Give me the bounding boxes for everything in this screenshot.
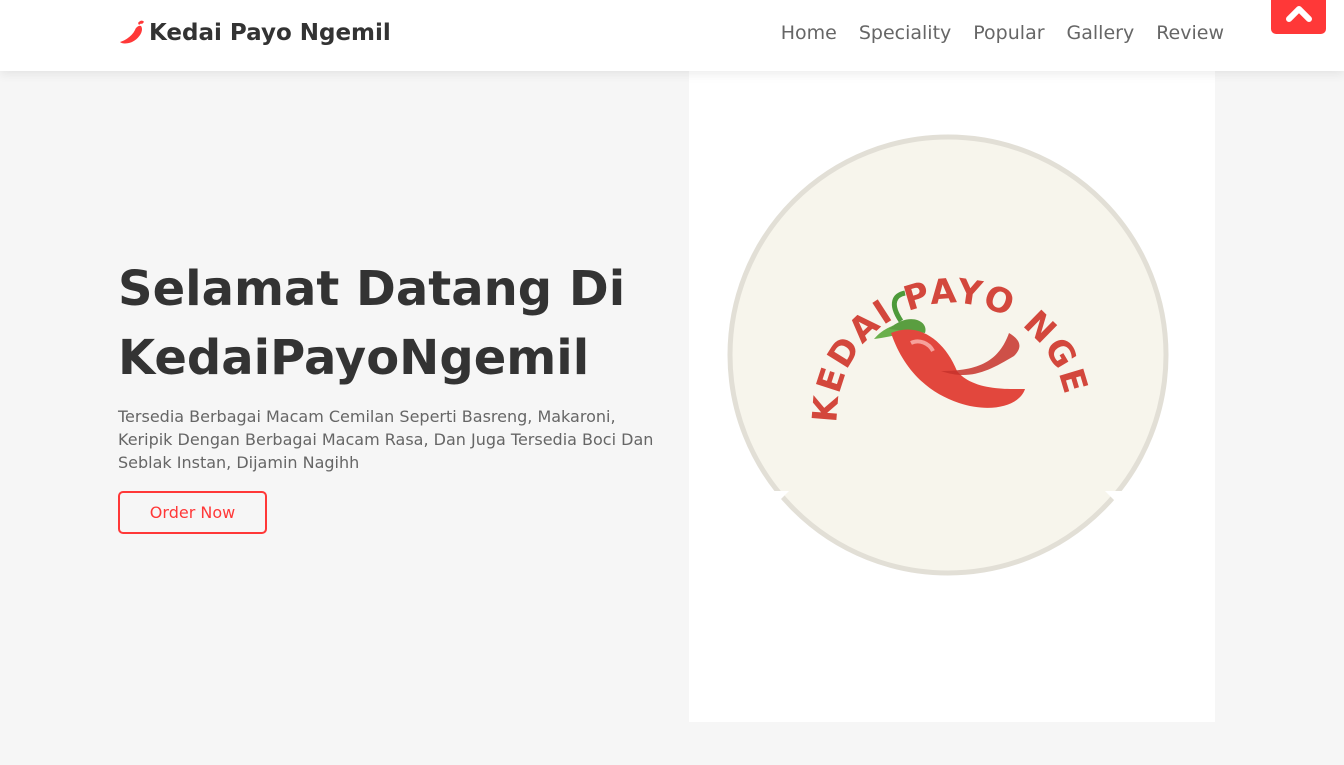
brand-name: Kedai Payo Ngemil — [149, 20, 391, 46]
header: Kedai Payo Ngemil Home Speciality Popula… — [0, 0, 1344, 71]
hero-description: Tersedia Berbagai Macam Cemilan Seperti … — [118, 407, 654, 472]
chevron-up-icon — [1285, 6, 1312, 22]
hero-title-line1: Selamat Datang Di — [118, 261, 626, 317]
order-now-button[interactable]: Order Now — [118, 491, 267, 534]
nav-home[interactable]: Home — [781, 22, 837, 44]
hero-title-line2: KedaiPayoNgemil — [118, 330, 590, 386]
nav-review[interactable]: Review — [1156, 22, 1224, 44]
hero-title: Selamat Datang Di KedaiPayoNgemil — [118, 255, 678, 393]
scroll-top-button[interactable] — [1271, 0, 1326, 34]
hero-content: Selamat Datang Di KedaiPayoNgemil Tersed… — [118, 255, 678, 534]
hero-logo-image: KEDAI PAYO NGEMIL — [689, 71, 1215, 722]
nav-speciality[interactable]: Speciality — [859, 22, 951, 44]
brand-logo[interactable]: Kedai Payo Ngemil — [118, 18, 391, 48]
main-nav: Home Speciality Popular Gallery Review — [759, 22, 1224, 44]
nav-popular[interactable]: Popular — [973, 22, 1044, 44]
chili-pepper-icon — [118, 18, 146, 48]
nav-gallery[interactable]: Gallery — [1067, 22, 1135, 44]
